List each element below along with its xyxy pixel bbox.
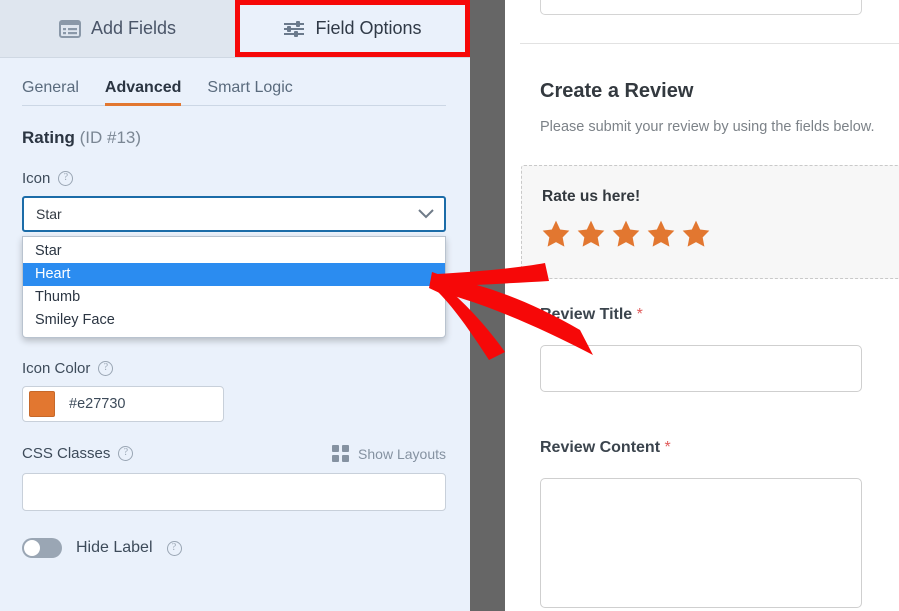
star-icon[interactable] [610, 218, 642, 255]
subtab-general[interactable]: General [22, 79, 79, 106]
icon-select-dropdown[interactable]: Star Heart Thumb Smiley Face [22, 236, 446, 338]
icon-setting-label: Icon [22, 170, 51, 187]
color-swatch[interactable] [29, 391, 55, 417]
preview-previous-field-input[interactable] [540, 0, 862, 15]
help-icon[interactable]: ? [98, 361, 114, 376]
subtab-smart-logic[interactable]: Smart Logic [207, 79, 292, 106]
chevron-down-icon [418, 206, 434, 222]
subtab-advanced[interactable]: Advanced [104, 79, 182, 106]
builder-top-tabs: Add Fields Field Options [0, 0, 470, 58]
form-builder-panel: Add Fields Field Options General Advance… [0, 0, 470, 611]
required-asterisk: * [636, 306, 643, 323]
dropdown-option-star[interactable]: Star [23, 240, 445, 263]
panel-divider [470, 0, 505, 611]
tab-add-fields-label: Add Fields [90, 18, 177, 38]
help-icon[interactable]: ? [118, 446, 134, 461]
icon-setting-label-row: Icon ? [22, 170, 448, 187]
preview-review-title-label: Review Title * [540, 306, 643, 324]
css-classes-label-row: CSS Classes ? [22, 445, 134, 462]
preview-review-content-text: Review Content [540, 439, 661, 456]
star-icon[interactable] [575, 218, 607, 255]
icon-color-label: Icon Color [22, 360, 91, 377]
tab-add-fields[interactable]: Add Fields [0, 0, 235, 57]
help-icon[interactable]: ? [166, 540, 182, 556]
hide-label-toggle[interactable] [22, 538, 62, 558]
preview-form-subtitle: Please submit your review by using the f… [540, 119, 875, 135]
hide-label-row: Hide Label ? [22, 538, 448, 558]
field-options-body: Rating (ID #13) Icon ? Star Star Heart T… [0, 106, 470, 558]
icon-color-field[interactable]: #e27730 [22, 386, 224, 422]
dropdown-option-heart[interactable]: Heart [23, 263, 445, 286]
show-layouts-button[interactable]: Show Layouts [332, 445, 446, 462]
icon-select-value: Star [36, 206, 62, 222]
icon-color-label-row: Icon Color ? [22, 360, 448, 377]
required-asterisk: * [664, 439, 671, 456]
preview-rating-label: Rate us here! [542, 188, 641, 205]
preview-review-content-textarea[interactable] [540, 478, 862, 608]
grid-icon [332, 445, 350, 462]
dropdown-option-thumb[interactable]: Thumb [23, 286, 445, 309]
field-title: Rating (ID #13) [22, 128, 448, 148]
list-panel-icon [58, 19, 81, 38]
help-icon[interactable]: ? [58, 171, 74, 186]
star-icon[interactable] [645, 218, 677, 255]
field-title-id: (ID #13) [79, 128, 142, 147]
preview-review-title-text: Review Title [540, 306, 633, 323]
hide-label-text: Hide Label [76, 539, 153, 556]
sliders-icon [283, 20, 305, 38]
preview-rating-field[interactable]: Rate us here! [521, 165, 899, 279]
builder-sub-tabs: General Advanced Smart Logic [0, 58, 470, 106]
preview-review-content-label: Review Content * [540, 439, 671, 457]
tab-field-options-label: Field Options [315, 18, 422, 38]
show-layouts-label: Show Layouts [358, 445, 446, 462]
preview-star-rating[interactable] [540, 218, 712, 255]
star-icon[interactable] [680, 218, 712, 255]
tab-field-options[interactable]: Field Options [235, 0, 470, 57]
icon-color-value: #e27730 [69, 396, 126, 412]
screenshot-root: Add Fields Field Options General Advance… [0, 0, 899, 611]
icon-select[interactable]: Star [22, 196, 446, 232]
css-classes-input[interactable] [22, 473, 446, 511]
preview-review-title-input[interactable] [540, 345, 862, 392]
css-classes-header-row: CSS Classes ? Show Layouts [22, 445, 446, 462]
field-title-name: Rating [22, 128, 75, 147]
preview-divider-line [520, 43, 899, 44]
css-classes-label: CSS Classes [22, 445, 111, 462]
star-icon[interactable] [540, 218, 572, 255]
preview-form-title: Create a Review [540, 80, 694, 102]
dropdown-option-smiley-face[interactable]: Smiley Face [23, 309, 445, 332]
